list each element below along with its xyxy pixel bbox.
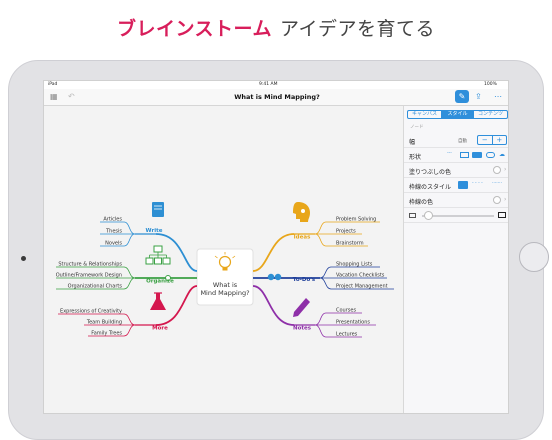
tab-style[interactable]: スタイル xyxy=(441,111,474,118)
clock: 9:41 AM xyxy=(259,82,278,87)
shape-none-icon[interactable]: --- xyxy=(447,151,452,156)
section-title: ノード xyxy=(410,125,424,130)
border-dashed-option[interactable]: - - - - xyxy=(472,181,483,186)
border-color-swatch[interactable] xyxy=(493,196,501,204)
mindmap-canvas[interactable]: What is Mind Mapping? Write Articles The… xyxy=(44,106,403,413)
battery-label: 100% xyxy=(484,82,497,87)
row-border-color[interactable]: 枠線の色 › xyxy=(404,193,508,208)
branch-label-organize: Organize xyxy=(146,279,174,285)
border-style-label: 枠線のスタイル xyxy=(409,184,452,191)
inspector-tabs: キャンバス スタイル コンテンツ xyxy=(407,110,508,119)
width-label: 幅 xyxy=(409,139,416,146)
row-shape: 形状 --- ☁ xyxy=(404,148,508,163)
head-idea-icon xyxy=(293,202,310,222)
mindmap-svg: What is Mind Mapping? Write Articles The… xyxy=(56,202,394,338)
tab-canvas[interactable]: キャンバス xyxy=(408,111,441,118)
border-dotted-option[interactable]: ······· xyxy=(492,181,502,186)
branch-notes[interactable]: Notes Courses Presentations Lectures xyxy=(252,285,376,338)
org-chart-icon xyxy=(145,245,171,265)
leaf-notes-0[interactable]: Courses xyxy=(336,308,356,314)
branch-more[interactable]: More Expressions of Creativity Team Buil… xyxy=(58,285,198,337)
branch-organize[interactable]: Organize Structure & Relationships Outli… xyxy=(56,245,197,290)
row-border-style: 枠線のスタイル - - - - ······· xyxy=(404,178,508,193)
branch-label-notes: Notes xyxy=(293,326,312,332)
status-bar: iPad 9:41 AM 100% xyxy=(44,81,508,89)
branch-label-more: More xyxy=(152,326,168,332)
thin-border-icon xyxy=(409,213,416,218)
leaf-write-0[interactable]: Articles xyxy=(103,217,122,223)
leaf-more-2[interactable]: Family Trees xyxy=(91,331,122,337)
leaf-more-0[interactable]: Expressions of Creativity xyxy=(60,309,122,315)
checkbox-icon xyxy=(267,273,282,281)
shape-rounded-icon[interactable] xyxy=(472,152,482,158)
inspector-panel: キャンバス スタイル コンテンツ ノード 幅 自動 − + 形状 --- ☁ 塗… xyxy=(403,106,508,413)
chevron-right-icon: › xyxy=(504,166,507,173)
leaf-todos-0[interactable]: Shopping Lists xyxy=(336,262,373,268)
chevron-right-icon: › xyxy=(504,196,507,203)
leaf-write-1[interactable]: Thesis xyxy=(105,229,122,235)
promo-headline: ブレインストーム アイデアを育てる xyxy=(0,14,552,41)
leaf-organize-2[interactable]: Organizational Charts xyxy=(68,284,123,290)
home-button[interactable] xyxy=(519,242,549,272)
border-color-label: 枠線の色 xyxy=(409,199,434,206)
pen-icon[interactable]: ✎ xyxy=(455,90,469,103)
leaf-notes-2[interactable]: Lectures xyxy=(336,332,358,338)
flask-icon xyxy=(150,292,166,310)
document-title[interactable]: What is Mind Mapping? xyxy=(44,93,508,101)
headline-rest: アイデアを育てる xyxy=(280,18,436,40)
pencil-icon xyxy=(293,298,310,317)
camera-icon xyxy=(21,256,26,261)
width-value: 自動 xyxy=(458,139,467,144)
book-icon xyxy=(152,202,164,217)
shape-pill-icon[interactable] xyxy=(486,152,495,158)
leaf-ideas-1[interactable]: Projects xyxy=(336,229,356,235)
device-label: iPad xyxy=(48,82,58,87)
center-line-2: Mind Mapping? xyxy=(200,289,249,297)
shape-cloud-icon[interactable]: ☁ xyxy=(499,151,505,158)
leaf-organize-0[interactable]: Structure & Relationships xyxy=(58,262,122,268)
nav-bar: ▦ ↶ What is Mind Mapping? ✎ ⇪ ⋯ xyxy=(44,89,508,106)
shape-rect-icon[interactable] xyxy=(460,152,469,158)
width-stepper: − + xyxy=(477,135,507,145)
leaf-todos-1[interactable]: Vacation Checklists xyxy=(336,273,385,279)
border-width-slider[interactable] xyxy=(424,211,433,220)
leaf-notes-1[interactable]: Presentations xyxy=(336,320,370,326)
row-width: 幅 自動 − + xyxy=(404,133,508,148)
leaf-more-1[interactable]: Team Building xyxy=(86,320,122,326)
row-border-width xyxy=(404,208,508,223)
app-screen: iPad 9:41 AM 100% ▦ ↶ What is Mind Mappi… xyxy=(43,80,509,414)
branch-label-todos: To-Do's xyxy=(293,277,316,283)
shape-label: 形状 xyxy=(409,154,422,161)
more-icon[interactable]: ⋯ xyxy=(494,92,502,101)
border-solid-option[interactable] xyxy=(458,181,468,189)
width-minus-button[interactable]: − xyxy=(478,136,493,144)
thick-border-icon xyxy=(498,212,506,218)
fill-color-swatch[interactable] xyxy=(493,166,501,174)
leaf-organize-1[interactable]: Outline/Framework Design xyxy=(56,273,122,279)
leaf-todos-2[interactable]: Project Management xyxy=(336,284,388,290)
branch-label-ideas: Ideas xyxy=(294,235,311,241)
branch-label-write: Write xyxy=(146,228,163,234)
share-icon[interactable]: ⇪ xyxy=(475,92,482,101)
leaf-ideas-0[interactable]: Problem Solving xyxy=(336,217,376,223)
center-line-1: What is xyxy=(213,281,238,289)
fill-color-label: 塗りつぶしの色 xyxy=(409,169,452,176)
branch-todos[interactable]: To-Do's Shopping Lists Vacation Checklis… xyxy=(253,262,394,290)
row-fill-color[interactable]: 塗りつぶしの色 › xyxy=(404,163,508,178)
width-plus-button[interactable]: + xyxy=(493,136,507,144)
headline-accent: ブレインストーム xyxy=(116,18,272,40)
leaf-write-2[interactable]: Novels xyxy=(105,241,122,247)
tab-content[interactable]: コンテンツ xyxy=(474,111,507,118)
leaf-ideas-2[interactable]: Brainstorm xyxy=(336,241,364,247)
